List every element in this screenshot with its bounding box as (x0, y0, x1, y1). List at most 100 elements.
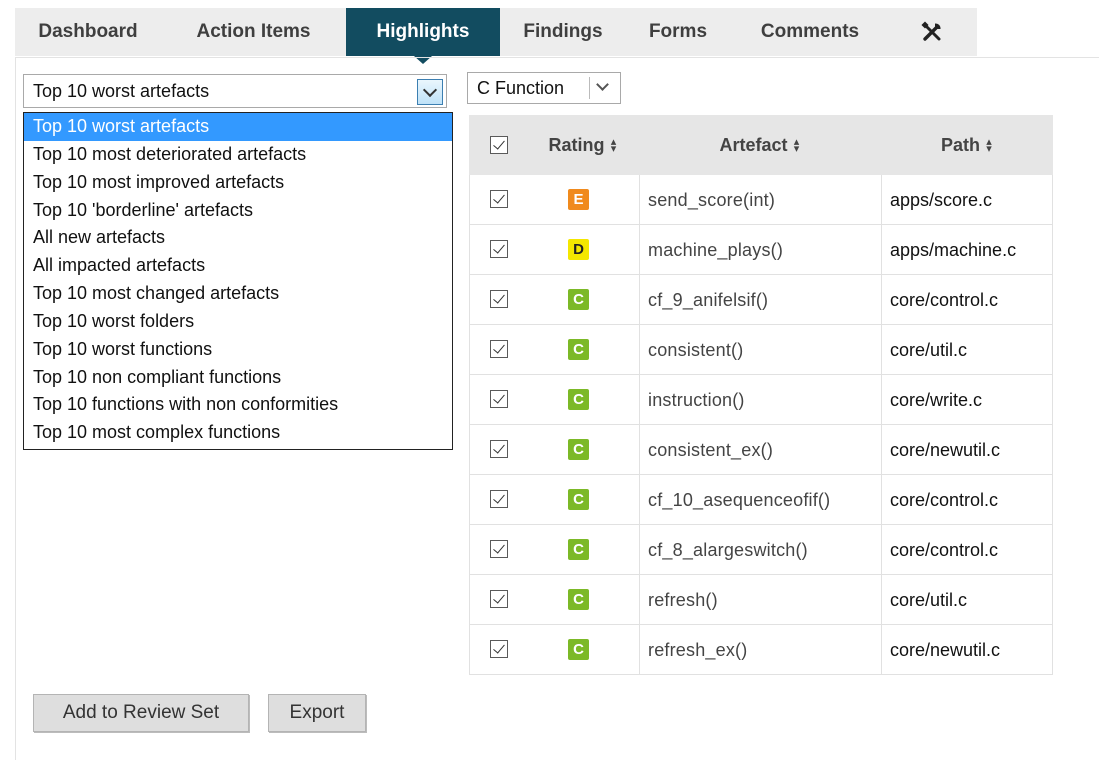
cell-divider (1052, 175, 1053, 224)
row-checkbox[interactable] (490, 240, 508, 258)
dropdown-option[interactable]: Top 10 most complex functions (24, 419, 452, 447)
table-row[interactable]: Cinstruction() core/write.c (469, 375, 1053, 425)
column-header-artefact[interactable]: Artefact ▴ ▾ (639, 115, 881, 175)
cell-divider (469, 525, 470, 574)
tab-dashboard[interactable]: Dashboard (15, 8, 161, 56)
cell-divider (1052, 325, 1053, 374)
artefact-path: core/control.c (890, 290, 999, 310)
cell-divider (639, 525, 640, 574)
checkmark-icon (493, 591, 505, 604)
dropdown-option[interactable]: Top 10 most improved artefacts (24, 169, 452, 197)
chevron-down-icon (422, 82, 438, 98)
artefact-path: core/util.c (890, 340, 968, 360)
export-button[interactable]: Export (268, 694, 366, 732)
cell-divider (881, 425, 882, 474)
tab-comments[interactable]: Comments (730, 8, 890, 56)
rating-badge: E (568, 189, 589, 210)
cell-divider (881, 175, 882, 224)
artefact-name[interactable]: machine_plays() (648, 225, 783, 275)
table-row[interactable]: Crefresh_ex() core/newutil.c (469, 625, 1053, 675)
sort-icon: ▴ ▾ (986, 136, 992, 156)
content-left-border (15, 58, 16, 760)
tab-forms[interactable]: Forms (626, 8, 730, 56)
table-row[interactable]: Esend_score(int) apps/score.c (469, 175, 1053, 225)
checkmark-icon (493, 641, 505, 654)
row-checkbox[interactable] (490, 490, 508, 508)
dropdown-option[interactable]: Top 10 'borderline' artefacts (24, 197, 452, 225)
dropdown-option[interactable]: Top 10 most deteriorated artefacts (24, 141, 452, 169)
select-all-checkbox[interactable] (490, 136, 508, 154)
cell-divider (1052, 575, 1053, 624)
checkmark-icon (493, 441, 505, 454)
cell-divider (639, 425, 640, 474)
artefact-name[interactable]: refresh_ex() (648, 625, 747, 675)
cell-divider (639, 275, 640, 324)
add-to-review-set-button[interactable]: Add to Review Set (33, 694, 249, 732)
artefact-name[interactable]: send_score(int) (648, 175, 775, 225)
select-separator (589, 77, 590, 99)
tools-icon (921, 21, 941, 41)
table-row[interactable]: Ccf_10_asequenceofif() core/control.c (469, 475, 1053, 525)
row-checkbox[interactable] (490, 290, 508, 308)
dropdown-option[interactable]: Top 10 worst folders (24, 308, 452, 336)
dropdown-option[interactable]: Top 10 most changed artefacts (24, 280, 452, 308)
highlight-select-toggle[interactable] (417, 79, 443, 105)
artefact-type-value: C Function (477, 78, 565, 98)
cell-divider (469, 325, 470, 374)
column-label: Path (940, 135, 980, 155)
row-checkbox[interactable] (490, 340, 508, 358)
tab-action-items[interactable]: Action Items (161, 8, 346, 56)
dropdown-option[interactable]: All new artefacts (24, 224, 452, 252)
artefact-name[interactable]: refresh() (648, 575, 718, 625)
artefact-name[interactable]: cf_8_alargeswitch() (648, 525, 808, 575)
highlight-select-value: Top 10 worst artefacts (33, 81, 210, 101)
table-row[interactable]: Dmachine_plays() apps/machine.c (469, 225, 1053, 275)
row-checkbox[interactable] (490, 190, 508, 208)
rating-badge: C (568, 639, 589, 660)
cell-divider (469, 275, 470, 324)
tab-divider (15, 57, 1099, 58)
table-row[interactable]: Cconsistent() core/util.c (469, 325, 1053, 375)
artefact-name[interactable]: cf_10_asequenceofif() (648, 475, 830, 525)
cell-divider (1052, 425, 1053, 474)
table-row[interactable]: Ccf_9_anifelsif() core/control.c (469, 275, 1053, 325)
dropdown-option[interactable]: Top 10 functions with non conformities (24, 391, 452, 419)
artefact-name[interactable]: consistent() (648, 325, 743, 375)
checkmark-icon (493, 541, 505, 554)
row-checkbox[interactable] (490, 540, 508, 558)
dropdown-option[interactable]: Top 10 worst functions (24, 336, 452, 364)
artefact-name[interactable]: instruction() (648, 375, 745, 425)
artefact-path: core/newutil.c (890, 640, 1001, 660)
row-checkbox[interactable] (490, 390, 508, 408)
dropdown-option[interactable]: All impacted artefacts (24, 252, 452, 280)
cell-divider (1052, 375, 1053, 424)
row-checkbox[interactable] (490, 590, 508, 608)
checkmark-icon (493, 241, 505, 254)
artefact-name[interactable]: cf_9_anifelsif() (648, 275, 768, 325)
tab-findings[interactable]: Findings (500, 8, 626, 56)
column-header-path[interactable]: Path ▴ ▾ (881, 115, 1053, 175)
artefact-path: core/util.c (890, 590, 968, 610)
column-header-rating[interactable]: Rating ▴ ▾ (527, 115, 639, 175)
tab-tools[interactable] (890, 8, 975, 56)
row-checkbox[interactable] (490, 640, 508, 658)
highlight-select[interactable]: Top 10 worst artefacts (23, 74, 447, 108)
artefact-name[interactable]: consistent_ex() (648, 425, 773, 475)
artefact-path: core/newutil.c (890, 440, 1001, 460)
rating-badge: C (568, 439, 589, 460)
cell-divider (881, 525, 882, 574)
table-row[interactable]: Cconsistent_ex() core/newutil.c (469, 425, 1053, 475)
cell-divider (469, 425, 470, 474)
sort-icon: ▴ ▾ (610, 136, 617, 156)
artefact-type-select[interactable]: C Function (467, 72, 621, 104)
table-row[interactable]: Crefresh() core/util.c (469, 575, 1053, 625)
tab-highlights[interactable]: Highlights (346, 8, 500, 64)
dropdown-option[interactable]: Top 10 worst artefacts (24, 113, 452, 141)
column-label: Artefact (719, 135, 788, 155)
cell-divider (881, 625, 882, 674)
table-row[interactable]: Ccf_8_alargeswitch() core/control.c (469, 525, 1053, 575)
cell-divider (639, 175, 640, 224)
row-checkbox[interactable] (490, 440, 508, 458)
rating-badge: C (568, 539, 589, 560)
dropdown-option[interactable]: Top 10 non compliant functions (24, 364, 452, 392)
